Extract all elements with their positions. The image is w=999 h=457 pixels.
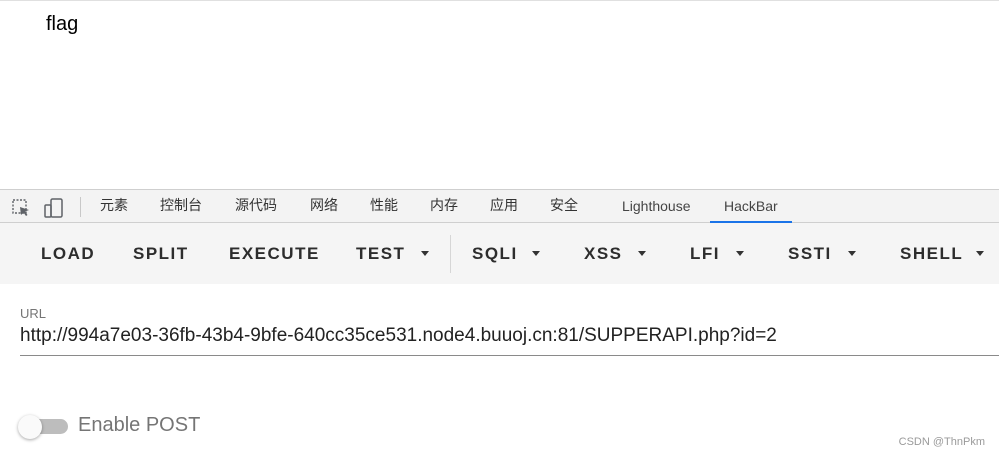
tab-sources[interactable]: 源代码 — [235, 190, 277, 222]
enable-post-label: Enable POST — [78, 414, 201, 436]
inspect-element-icon[interactable] — [11, 198, 31, 218]
tab-hackbar[interactable]: HackBar — [710, 190, 792, 223]
browser-window: flag 元素 控制台 源代码 网络 性能 内存 应用 安全 Lighthous… — [0, 0, 999, 457]
tab-memory[interactable]: 内存 — [430, 190, 458, 222]
watermark-text: CSDN @ThnPkm — [898, 436, 985, 448]
tab-network[interactable]: 网络 — [310, 190, 338, 222]
shell-menu-button[interactable]: SHELL — [900, 223, 963, 284]
chevron-down-icon — [736, 251, 744, 256]
xss-menu-button[interactable]: XSS — [584, 223, 623, 284]
ssti-menu-button[interactable]: SSTI — [788, 223, 832, 284]
tab-performance[interactable]: 性能 — [370, 190, 398, 222]
page-viewport: flag — [0, 1, 999, 189]
lfi-menu-button[interactable]: LFI — [690, 223, 720, 284]
split-button[interactable]: SPLIT — [133, 223, 189, 284]
url-label: URL — [20, 306, 47, 321]
tab-separator — [80, 197, 81, 217]
load-button[interactable]: LOAD — [41, 223, 95, 284]
url-input[interactable]: http://994a7e03-36fb-43b4-9bfe-640cc35ce… — [20, 322, 999, 356]
tab-elements[interactable]: 元素 — [100, 190, 128, 222]
devtools-tab-bar: 元素 控制台 源代码 网络 性能 内存 应用 安全 Lighthouse Hac… — [0, 189, 999, 223]
toolbar-separator — [450, 235, 451, 273]
device-toolbar-icon[interactable] — [44, 198, 64, 218]
tab-console[interactable]: 控制台 — [160, 190, 202, 222]
execute-button[interactable]: EXECUTE — [229, 223, 320, 284]
chevron-down-icon — [638, 251, 646, 256]
tab-application[interactable]: 应用 — [490, 190, 518, 222]
hackbar-toolbar: LOAD SPLIT EXECUTE TEST SQLI XSS LFI SST… — [0, 223, 999, 284]
toggle-knob[interactable] — [18, 415, 42, 439]
chevron-down-icon — [848, 251, 856, 256]
chevron-down-icon — [421, 251, 429, 256]
test-menu-button[interactable]: TEST — [356, 223, 405, 284]
tab-lighthouse[interactable]: Lighthouse — [622, 190, 691, 222]
sqli-menu-button[interactable]: SQLI — [472, 223, 518, 284]
chevron-down-icon — [532, 251, 540, 256]
page-content-text: flag — [46, 13, 79, 35]
chevron-down-icon — [976, 251, 984, 256]
tab-security[interactable]: 安全 — [550, 190, 578, 222]
